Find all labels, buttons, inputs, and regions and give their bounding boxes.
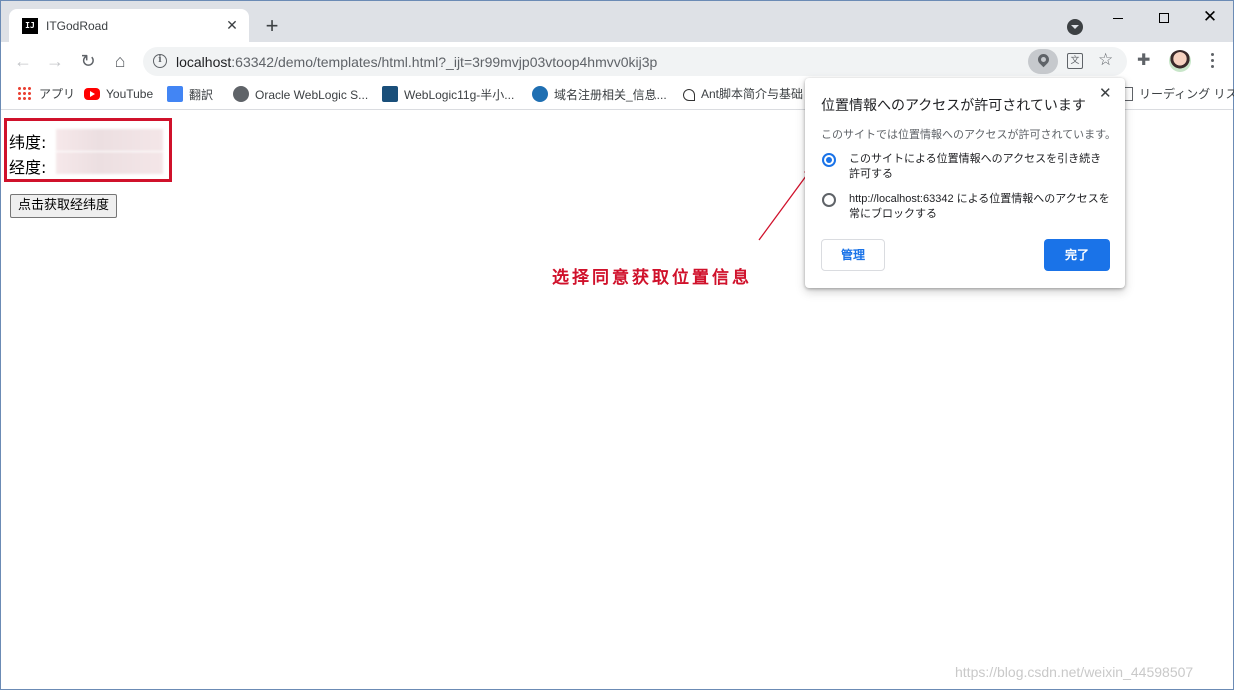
back-arrow-icon[interactable]: ← bbox=[10, 48, 36, 74]
bookmark-label: 翻訳 bbox=[189, 88, 214, 102]
bookmark-label: Oracle WebLogic S... bbox=[255, 88, 369, 102]
tab-search-icon[interactable] bbox=[1067, 19, 1083, 35]
done-button[interactable]: 完了 bbox=[1044, 239, 1110, 271]
minimize-icon bbox=[1113, 17, 1123, 19]
bookmark-domain-registration[interactable]: 域名注册相关_信息... bbox=[532, 86, 667, 104]
intellij-favicon-icon: IJ bbox=[22, 18, 38, 34]
profile-avatar[interactable] bbox=[1169, 50, 1191, 72]
tab-strip: IJ ITGodRoad ✕ + ✕ bbox=[1, 1, 1233, 42]
bubble-title: 位置情報へのアクセスが許可されています bbox=[821, 97, 1086, 113]
extensions-puzzle-icon[interactable]: ✚ bbox=[1137, 50, 1150, 70]
kebab-menu-icon[interactable] bbox=[1204, 50, 1220, 72]
block-radio[interactable] bbox=[822, 193, 836, 207]
block-option-label[interactable]: http://localhost:63342 による位置情報へのアクセスを常にブ… bbox=[849, 192, 1111, 222]
window-close-button[interactable]: ✕ bbox=[1187, 3, 1233, 31]
translate-icon[interactable]: 文 bbox=[1067, 53, 1083, 69]
new-tab-button[interactable]: + bbox=[260, 14, 284, 38]
bubble-description: このサイトでは位置情報へのアクセスが許可されています。 bbox=[821, 129, 1117, 141]
site-info-icon[interactable]: i bbox=[153, 54, 167, 68]
browser-toolbar: ← → ↻ ⌂ i localhost:63342/demo/templates… bbox=[1, 42, 1233, 80]
location-pin-icon bbox=[1035, 51, 1052, 68]
location-permission-bubble: 位置情報へのアクセスが許可されています ✕ このサイトでは位置情報へのアクセスが… bbox=[805, 78, 1125, 288]
vs-icon bbox=[532, 86, 548, 102]
bookmark-translate[interactable]: 翻訳 bbox=[167, 86, 213, 104]
apps-grid-icon bbox=[17, 86, 31, 100]
annotation-text: 选择同意获取位置信息 bbox=[552, 268, 752, 288]
bookmark-reading-list[interactable]: リーディング リスト bbox=[1121, 86, 1234, 104]
maximize-icon bbox=[1159, 13, 1169, 24]
location-permission-chip[interactable] bbox=[1028, 49, 1058, 74]
bookmark-label: リーディング リスト bbox=[1139, 87, 1234, 101]
tab-itgodroad[interactable]: IJ ITGodRoad ✕ bbox=[9, 9, 249, 42]
bookmark-label: YouTube bbox=[106, 87, 154, 101]
bookmark-label: Ant脚本简介与基础 bbox=[701, 87, 804, 101]
google-translate-icon bbox=[167, 86, 183, 102]
bookmark-apps[interactable]: アプリ bbox=[17, 86, 75, 104]
bookmark-oracle-weblogic[interactable]: Oracle WebLogic S... bbox=[233, 86, 368, 104]
home-icon[interactable]: ⌂ bbox=[107, 48, 133, 74]
bookmark-label: WebLogic11g-半小... bbox=[404, 88, 515, 102]
url-host: localhost bbox=[176, 54, 232, 70]
ant-icon bbox=[683, 89, 695, 101]
bookmark-label: アプリ bbox=[39, 87, 76, 101]
forward-arrow-icon[interactable]: → bbox=[42, 48, 68, 74]
allow-radio[interactable] bbox=[822, 153, 836, 167]
allow-option-label[interactable]: このサイトによる位置情報へのアクセスを引き続き許可する bbox=[849, 152, 1111, 182]
url-path: :63342/demo/templates/html.html?_ijt=3r9… bbox=[231, 54, 658, 70]
get-location-button[interactable]: 点击获取经纬度 bbox=[10, 194, 118, 218]
watermark: https://blog.csdn.net/weixin_44598507 bbox=[955, 664, 1194, 680]
minimize-button[interactable] bbox=[1095, 3, 1141, 31]
browser-window: IJ ITGodRoad ✕ + ✕ ← → ↻ ⌂ i localhost:6… bbox=[0, 0, 1234, 690]
latitude-value-blurred bbox=[56, 129, 163, 151]
bookmark-youtube[interactable]: YouTube bbox=[84, 86, 153, 104]
manage-button[interactable]: 管理 bbox=[821, 239, 885, 271]
tab-title: ITGodRoad bbox=[46, 19, 109, 33]
address-bar[interactable]: i localhost:63342/demo/templates/html.ht… bbox=[143, 47, 1127, 76]
youtube-icon bbox=[84, 88, 100, 100]
latitude-label: 纬度: bbox=[9, 133, 47, 152]
url-text[interactable]: localhost:63342/demo/templates/html.html… bbox=[176, 54, 657, 70]
c-icon bbox=[382, 86, 398, 102]
longitude-label: 经度: bbox=[9, 158, 47, 177]
tab-close-icon[interactable]: ✕ bbox=[223, 16, 241, 34]
bookmark-star-icon[interactable]: ☆ bbox=[1098, 50, 1113, 70]
bookmark-weblogic11g[interactable]: WebLogic11g-半小... bbox=[382, 86, 514, 104]
bubble-close-icon[interactable]: ✕ bbox=[1099, 84, 1112, 102]
reload-icon[interactable]: ↻ bbox=[75, 48, 101, 74]
bookmark-ant-script[interactable]: Ant脚本简介与基础 bbox=[683, 86, 803, 104]
maximize-button[interactable] bbox=[1141, 3, 1187, 31]
longitude-value-blurred bbox=[56, 152, 163, 174]
bookmark-label: 域名注册相关_信息... bbox=[554, 88, 667, 102]
globe-icon bbox=[233, 86, 249, 102]
